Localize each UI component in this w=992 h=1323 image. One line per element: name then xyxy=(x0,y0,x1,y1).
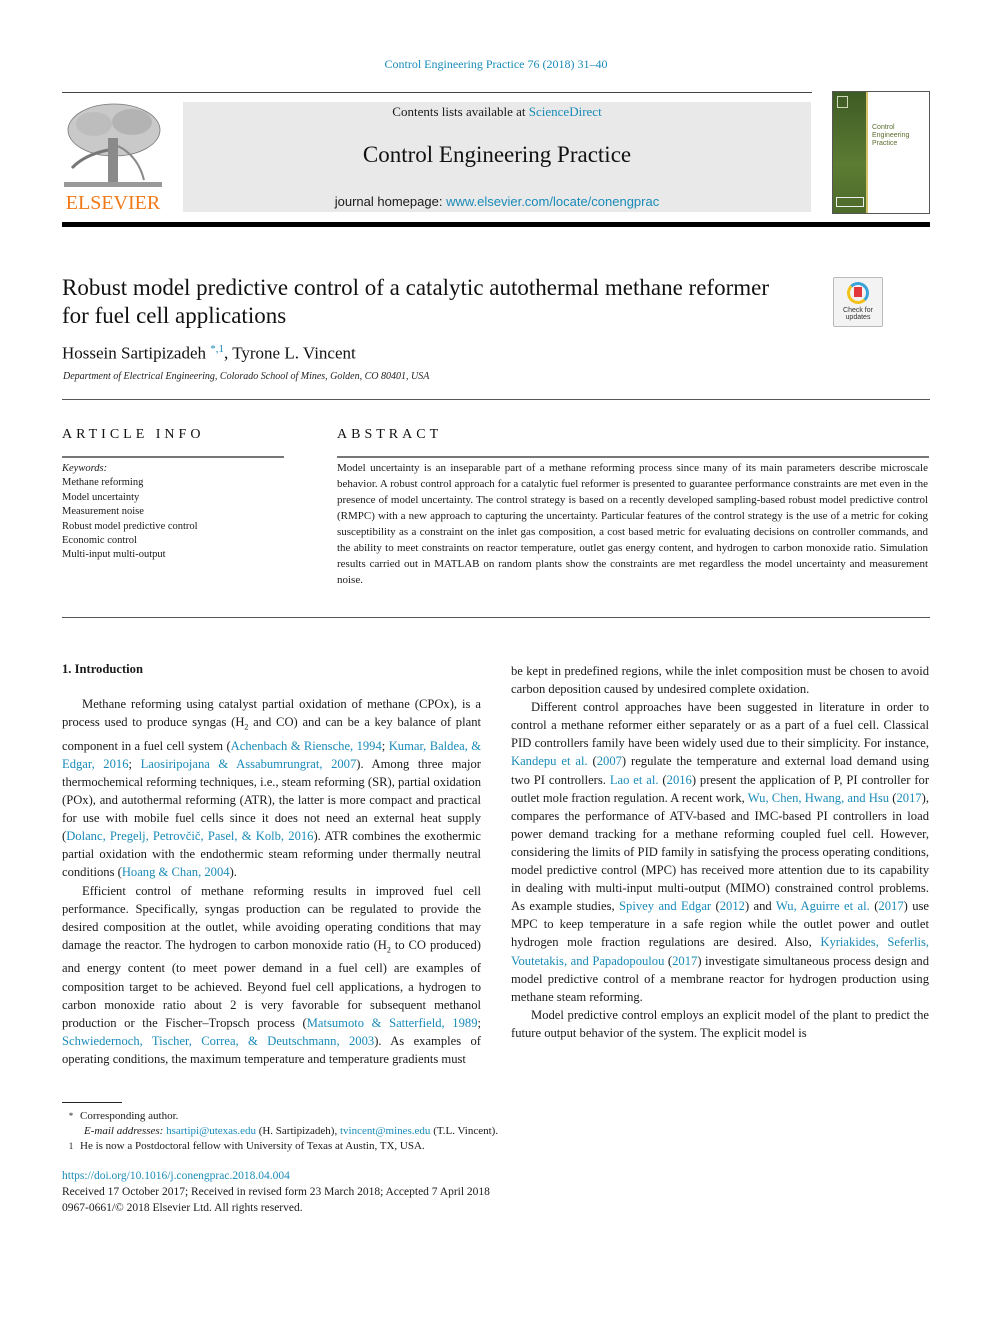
divider xyxy=(62,399,930,400)
cover-stripe xyxy=(866,92,868,213)
abstract-text: Model uncertainty is an inseparable part… xyxy=(337,462,928,586)
citation-link[interactable]: 2016 xyxy=(667,773,692,787)
citation-link[interactable]: 2007 xyxy=(597,754,622,768)
sciencedirect-link[interactable]: ScienceDirect xyxy=(529,104,602,119)
email-link[interactable]: tvincent@mines.edu xyxy=(340,1125,430,1137)
doi-link[interactable]: https://doi.org/10.1016/j.conengprac.201… xyxy=(62,1168,762,1184)
affiliation: Department of Electrical Engineering, Co… xyxy=(63,371,430,382)
citation-link[interactable]: Lao et al. xyxy=(610,773,659,787)
subscript: 2 xyxy=(244,722,249,732)
citation-link[interactable]: Laosiripojana & Assabumrungrat, 2007 xyxy=(141,757,357,771)
keywords-label: Keywords: xyxy=(62,463,108,474)
elsevier-wordmark: ELSEVIER xyxy=(65,192,161,214)
abstract-heading: ABSTRACT xyxy=(337,427,443,442)
citation-link[interactable]: Achenbach & Riensche, 1994 xyxy=(231,739,382,753)
article-info-heading: ARTICLE INFO xyxy=(62,427,205,442)
keyword: Economic control xyxy=(62,535,137,547)
elsevier-tree-icon xyxy=(64,103,162,187)
citation-link[interactable]: Kyriakides, Seferlis, Voutetakis, and Pa… xyxy=(511,935,929,967)
author-list: Hossein Sartipizadeh *,1, Tyrone L. Vinc… xyxy=(62,343,356,363)
bookmark-icon xyxy=(854,287,862,297)
cover-publisher-badge xyxy=(837,96,848,108)
citation-link[interactable]: Matsumoto & Satterfield, 1989 xyxy=(307,1016,478,1030)
cover-title: Control Engineering Practice xyxy=(872,124,910,147)
copyright: 0967-0661/© 2018 Elsevier Ltd. All right… xyxy=(62,1202,303,1214)
journal-masthead: Contents lists available at ScienceDirec… xyxy=(183,102,811,212)
author-name[interactable]: Tyrone L. Vincent xyxy=(232,344,356,363)
body-column-right: be kept in predefined regions, while the… xyxy=(511,662,929,1042)
contents-line: Contents lists available at ScienceDirec… xyxy=(392,104,602,119)
citation-link[interactable]: Kandepu et al. xyxy=(511,754,588,768)
citation-link[interactable]: Wu, Aguirre et al. xyxy=(776,899,870,913)
footnote-rule xyxy=(62,1102,122,1103)
footnotes: * Corresponding author. E-mail addresses:… xyxy=(62,1109,662,1154)
citation-link[interactable]: Dolanc, Pregelj, Petrovčič, Pasel, & Kol… xyxy=(66,829,313,843)
cover-spine xyxy=(833,92,866,213)
keywords-list: Keywords: Methane reforming Model uncert… xyxy=(62,462,292,563)
author-name[interactable]: Hossein Sartipizadeh xyxy=(62,344,206,363)
citation-link[interactable]: Schwieder­noch, Tischer, Correa, & Deuts… xyxy=(62,1034,374,1048)
ifac-logo-icon xyxy=(836,197,864,207)
article-history: Received 17 October 2017; Received in re… xyxy=(62,1186,490,1198)
divider xyxy=(62,456,284,458)
footnote-corresponding: * Corresponding author. xyxy=(68,1110,179,1122)
citation-link[interactable]: 2017 xyxy=(878,899,903,913)
homepage-line: journal homepage: www.elsevier.com/locat… xyxy=(334,194,660,209)
citation-link[interactable]: Hoang & Chan, 2004 xyxy=(122,865,230,879)
keyword: Model uncertainty xyxy=(62,491,140,503)
journal-cover-thumbnail[interactable]: Control Engineering Practice xyxy=(832,91,930,214)
footnote-1: 1 He is now a Postdoctoral fellow with Un… xyxy=(68,1140,425,1152)
paper-title: Robust model predictive control of a cat… xyxy=(62,275,769,328)
keyword: Multi-input multi-output xyxy=(62,549,166,561)
citation-link[interactable]: 2017 xyxy=(672,954,697,968)
citation-link[interactable]: 2012 xyxy=(720,899,745,913)
header-rule xyxy=(62,92,812,93)
journal-homepage-link[interactable]: www.elsevier.com/locate/conengprac xyxy=(446,194,659,209)
paragraph: Methane reforming using catalyst partial… xyxy=(62,697,482,880)
divider xyxy=(62,617,930,618)
check-for-updates-button[interactable]: Check for updates xyxy=(833,277,883,327)
journal-reference-link[interactable]: Control Engineering Practice 76 (2018) 3… xyxy=(0,57,992,72)
keyword: Robust model predictive control xyxy=(62,520,198,532)
citation-link[interactable]: Spivey and Edgar xyxy=(619,899,711,913)
body-column-left: 1. Introduction Methane reforming using … xyxy=(62,660,481,1068)
subscript: 2 xyxy=(386,945,391,955)
section-heading: 1. Introduction xyxy=(62,662,143,676)
footnote-emails: E-mail addresses: hsartipi@utexas.edu (H… xyxy=(84,1125,499,1137)
email-link[interactable]: hsartipi@utexas.edu xyxy=(166,1125,256,1137)
header-thick-rule xyxy=(62,222,930,227)
keyword: Methane reforming xyxy=(62,477,144,489)
paragraph-continued: be kept in predefined regions, while the… xyxy=(511,664,929,697)
elsevier-logo[interactable]: ELSEVIER xyxy=(62,100,164,214)
citation-link[interactable]: 2017 xyxy=(896,791,921,805)
paragraph: Model predictive control employs an expl… xyxy=(511,1007,929,1040)
divider xyxy=(337,456,929,458)
author-footnote-marks[interactable]: *,1 xyxy=(210,343,224,355)
journal-name: Control Engineering Practice xyxy=(362,142,632,167)
citation-link[interactable]: Wu, Chen, Hwang, and Hsu xyxy=(748,791,889,805)
publication-info: https://doi.org/10.1016/j.conengprac.201… xyxy=(62,1168,762,1216)
paragraph: Different control approaches have been s… xyxy=(511,700,930,1004)
keyword: Measurement noise xyxy=(62,506,144,518)
paragraph: Efficient control of methane reforming r… xyxy=(62,883,481,1066)
